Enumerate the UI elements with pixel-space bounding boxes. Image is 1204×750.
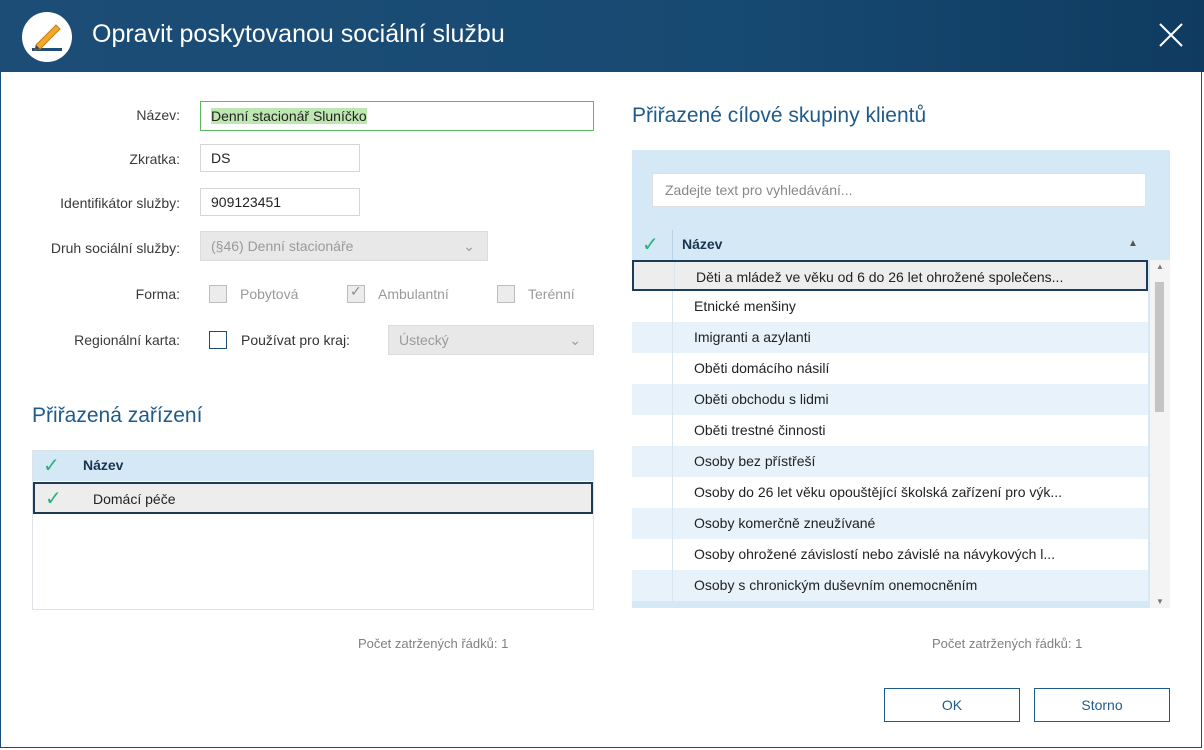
table-row[interactable]: Osoby komerčně zneužívané <box>632 508 1148 539</box>
table-row[interactable]: Osoby ohrožené závislostí nebo závislé n… <box>632 539 1148 570</box>
check-icon[interactable]: ✓ <box>45 486 62 511</box>
form-terenni-label: Terénní <box>528 286 575 302</box>
scroll-up-icon[interactable]: ▲ <box>1156 262 1164 271</box>
cancel-button[interactable]: Storno <box>1034 688 1170 722</box>
chevron-down-icon: ⌄ <box>463 238 475 254</box>
title-bar: Opravit poskytovanou sociální službu <box>0 0 1204 72</box>
form-terenni-checkbox[interactable] <box>497 285 515 303</box>
facilities-grid: ✓ Název ✓ Domácí péče <box>32 450 594 610</box>
table-row[interactable]: Osoby bez přístřeší <box>632 446 1148 477</box>
type-select[interactable]: (§46) Denní stacionáře ⌄ <box>200 231 488 261</box>
check-all-icon[interactable]: ✓ <box>43 453 60 478</box>
table-row[interactable]: Osoby do 26 let věku opouštějící školská… <box>632 477 1148 508</box>
row-label: Imigranti a azylanti <box>694 329 811 345</box>
table-row[interactable]: Děti a mládež ve věku od 6 do 26 let ohr… <box>632 260 1148 291</box>
table-row[interactable]: Imigranti a azylanti <box>632 322 1148 353</box>
groups-grid: Zadejte text pro vyhledávání... ✓ Název … <box>632 150 1170 608</box>
table-row[interactable]: Oběti domácího násilí <box>632 353 1148 384</box>
form-pobytova-checkbox[interactable] <box>209 285 227 303</box>
facility-name: Domácí péče <box>93 491 176 507</box>
row-label: Osoby s chronickým duševním onemocněním <box>694 577 978 593</box>
name-field[interactable]: Denní stacionář Sluníčko <box>200 101 594 131</box>
form-ambulantni-label: Ambulantní <box>378 286 449 302</box>
check-icon: ✓ <box>350 283 362 299</box>
facilities-title: Přiřazená zařízení <box>32 404 203 427</box>
groups-header: ✓ Název ▲ <box>632 230 1148 260</box>
groups-rows: Děti a mládež ve věku od 6 do 26 let ohr… <box>632 260 1148 608</box>
scroll-down-icon[interactable]: ▼ <box>1156 597 1164 606</box>
row-label: Oběti trestné činnosti <box>694 422 826 438</box>
check-all-icon[interactable]: ✓ <box>642 232 659 257</box>
abbr-field[interactable]: DS <box>200 144 360 172</box>
region-value: Ústecký <box>399 332 449 348</box>
groups-column-name[interactable]: Název <box>682 236 722 252</box>
table-row[interactable]: Oběti trestné činnosti <box>632 415 1148 446</box>
pencil-icon <box>22 12 72 62</box>
facilities-header: ✓ Název <box>33 451 593 481</box>
row-label: Oběti domácího násilí <box>694 360 830 376</box>
close-icon[interactable] <box>1156 20 1186 50</box>
regional-label: Regionální karta: <box>74 332 180 348</box>
row-label: Osoby bez přístřeší <box>694 453 816 469</box>
facilities-column-name[interactable]: Název <box>83 457 123 473</box>
groups-title: Přiřazené cílové skupiny klientů <box>632 104 927 127</box>
dialog-title: Opravit poskytovanou sociální službu <box>92 20 505 48</box>
table-row[interactable]: Osoby s chronickým duševním onemocněním <box>632 570 1148 601</box>
vertical-scrollbar[interactable]: ▲ ▼ <box>1150 260 1170 608</box>
chevron-down-icon: ⌄ <box>569 332 581 348</box>
name-value: Denní stacionář Sluníčko <box>211 108 367 124</box>
name-label: Název: <box>136 107 180 123</box>
form-pobytova-label: Pobytová <box>240 286 299 302</box>
search-input[interactable]: Zadejte text pro vyhledávání... <box>652 173 1146 207</box>
row-label: Etnické menšiny <box>694 298 796 314</box>
type-label: Druh sociální služby: <box>50 240 180 256</box>
region-select[interactable]: Ústecký ⌄ <box>388 325 594 355</box>
row-label: Osoby ohrožené závislostí nebo závislé n… <box>694 546 1056 562</box>
sort-ascending-icon[interactable]: ▲ <box>1128 238 1138 249</box>
type-value: (§46) Denní stacionáře <box>211 238 354 254</box>
scrollbar-thumb[interactable] <box>1155 282 1164 412</box>
header-divider <box>672 230 673 260</box>
ok-button[interactable]: OK <box>884 688 1020 722</box>
id-field[interactable]: 909123451 <box>200 188 360 216</box>
regional-checkbox-label: Používat pro kraj: <box>241 332 350 348</box>
groups-count: Počet zatržených řádků: 1 <box>932 636 1083 651</box>
form-label: Forma: <box>135 286 180 302</box>
id-label: Identifikátor služby: <box>60 195 180 211</box>
table-row[interactable]: Oběti obchodu s lidmi <box>632 384 1148 415</box>
table-row[interactable]: Etnické menšiny <box>632 291 1148 322</box>
regional-checkbox[interactable] <box>209 331 227 349</box>
table-row[interactable]: ✓ Domácí péče <box>33 482 593 514</box>
row-label: Děti a mládež ve věku od 6 do 26 let ohr… <box>696 269 1064 285</box>
row-label: Osoby do 26 let věku opouštějící školská… <box>694 484 1063 500</box>
facilities-count: Počet zatržených řádků: 1 <box>358 636 509 651</box>
row-label: Oběti obchodu s lidmi <box>694 391 829 407</box>
abbr-label: Zkratka: <box>129 151 180 167</box>
row-label: Osoby komerčně zneužívané <box>694 515 876 531</box>
form-ambulantni-checkbox[interactable]: ✓ <box>347 283 365 303</box>
